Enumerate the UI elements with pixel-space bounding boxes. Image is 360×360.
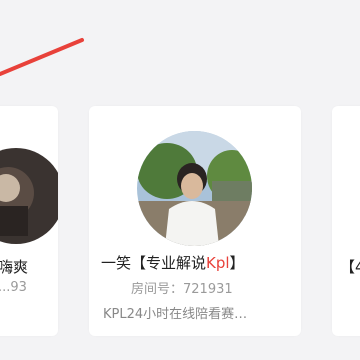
streamer-avatar bbox=[0, 148, 58, 244]
streamer-name: 【4 bbox=[340, 258, 360, 276]
streamer-name: 嗨爽 bbox=[0, 258, 29, 276]
streamer-card[interactable]: 嗨爽 ...93 bbox=[0, 106, 58, 336]
room-number: ...93 bbox=[0, 280, 27, 295]
streamer-avatar bbox=[137, 131, 252, 246]
streamer-name: 一笑【专业解说Kpl】 bbox=[101, 254, 245, 272]
streamer-card[interactable]: 一笑【专业解说Kpl】 房间号：721931 KPL24小时在线陪看赛… bbox=[89, 106, 301, 336]
red-annotation-stroke bbox=[0, 38, 84, 76]
stream-description: KPL24小时在线陪看赛… bbox=[103, 307, 248, 322]
streamer-card[interactable]: 【4 bbox=[332, 106, 360, 336]
room-number: 房间号：721931 bbox=[131, 282, 233, 297]
streamer-list: 嗨爽 ...93 一笑【专业解说Kpl】 房间号：721931 KPL24小时在… bbox=[0, 0, 360, 360]
